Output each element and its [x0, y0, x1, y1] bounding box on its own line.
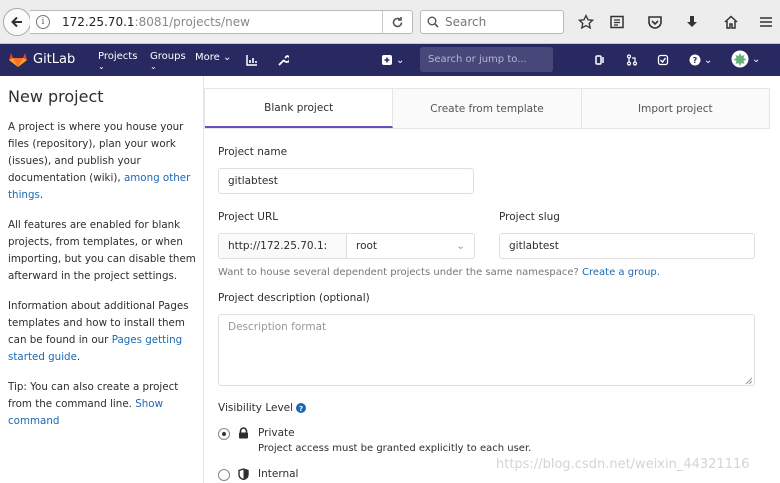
page-title: New project — [8, 87, 104, 106]
issues-check-icon[interactable] — [657, 53, 669, 67]
project-tabs: Blank project Create from template Impor… — [204, 88, 770, 129]
tab-import-project[interactable]: Import project — [581, 89, 769, 128]
visibility-level-text: Visibility Level — [218, 402, 294, 414]
help-icon: ? — [689, 54, 701, 66]
admin-wrench-icon[interactable] — [277, 53, 289, 67]
project-url-label: Project URL — [218, 211, 279, 223]
plus-square-icon — [382, 55, 392, 65]
nav-more-label: More — [195, 52, 220, 63]
site-info-icon[interactable]: i — [36, 15, 50, 29]
nav-groups-label: Groups — [150, 51, 186, 62]
sidebar-p3-end: . — [76, 351, 81, 363]
address-bar[interactable]: i 172.25.70.1:8081/projects/new — [30, 10, 413, 34]
project-description-label: Project description (optional) — [218, 292, 370, 304]
nav-projects[interactable]: Projects ⌄ — [98, 51, 137, 71]
namespace-help: Want to house several dependent projects… — [218, 267, 660, 278]
svg-text:?: ? — [693, 56, 698, 65]
tab-blank-project[interactable]: Blank project — [205, 89, 394, 128]
project-slug-input[interactable]: gitlabtest — [499, 233, 755, 259]
browser-search-input[interactable]: Search — [420, 10, 564, 34]
sidebar-paragraph-3: Information about additional Pages templ… — [8, 298, 198, 366]
menu-icon[interactable] — [756, 12, 776, 32]
project-name-label: Project name — [218, 146, 288, 158]
project-slug-label: Project slug — [499, 211, 560, 223]
resize-handle-icon[interactable] — [745, 377, 753, 385]
browser-toolbar: i 172.25.70.1:8081/projects/new Search — [0, 0, 780, 44]
help-icon[interactable]: ? — [296, 403, 307, 413]
home-icon[interactable] — [721, 12, 741, 32]
gitlab-logo[interactable]: GitLab — [8, 50, 75, 68]
url-path: :8081/projects/new — [134, 15, 250, 29]
watermark: https://blog.csdn.net/weixin_44321116 — [496, 457, 750, 472]
namespace-select[interactable]: root ⌄ — [346, 233, 475, 259]
chevron-down-icon: ⌄ — [704, 54, 713, 66]
todos-icon[interactable] — [594, 53, 606, 67]
visibility-private-label: Private — [258, 427, 295, 439]
sidebar-p1-end: . — [39, 189, 44, 201]
avatar — [731, 50, 749, 68]
nav-groups[interactable]: Groups ⌄ — [150, 51, 186, 71]
url-host: 172.25.70.1 — [62, 15, 135, 29]
browser-search-placeholder: Search — [445, 15, 487, 29]
chevron-down-icon: ⌄ — [396, 54, 405, 66]
bookmark-star-icon[interactable] — [576, 12, 596, 32]
visibility-private-description: Project access must be granted explicitl… — [258, 443, 532, 454]
gitlab-tanuki-icon — [9, 53, 27, 67]
sidebar-paragraph-4: Tip: You can also create a project from … — [8, 379, 198, 430]
back-button[interactable] — [3, 8, 31, 36]
sidebar-paragraph-1: A project is where you house your files … — [8, 119, 198, 204]
create-group-link[interactable]: Create a group. — [582, 267, 660, 278]
gitlab-search-input[interactable]: Search or jump to... — [420, 47, 553, 72]
nav-projects-label: Projects — [98, 51, 138, 62]
project-description-textarea[interactable]: Description format — [218, 314, 755, 386]
chevron-down-icon: ⌄ — [98, 62, 105, 71]
visibility-internal-label: Internal — [258, 468, 299, 480]
gitlab-search-placeholder: Search or jump to... — [428, 54, 527, 65]
tab-create-from-template[interactable]: Create from template — [393, 89, 582, 128]
activity-chart-icon[interactable] — [246, 53, 258, 67]
gitlab-brand-label: GitLab — [33, 51, 76, 67]
gitlab-navbar: GitLab Projects ⌄ Groups ⌄ More ⌄ ⌄ Sear… — [0, 44, 780, 76]
namespace-help-text: Want to house several dependent projects… — [218, 267, 583, 278]
chevron-down-icon: ⌄ — [456, 240, 465, 252]
shield-icon — [238, 468, 249, 480]
lock-icon — [239, 427, 248, 439]
new-item-dropdown[interactable]: ⌄ — [381, 53, 404, 67]
sidebar-paragraph-2: All features are enabled for blank proje… — [8, 219, 196, 282]
user-avatar-dropdown[interactable]: ⌄ — [731, 49, 760, 69]
merge-request-icon[interactable] — [626, 53, 638, 67]
visibility-private-radio[interactable] — [218, 428, 230, 440]
nav-more[interactable]: More ⌄ — [195, 52, 231, 63]
chevron-down-icon: ⌄ — [752, 53, 761, 65]
back-arrow-icon — [11, 16, 22, 28]
chevron-down-icon: ⌄ — [150, 62, 157, 71]
pocket-icon[interactable] — [645, 12, 665, 32]
reload-icon[interactable] — [382, 11, 412, 33]
project-name-input[interactable]: gitlabtest — [218, 168, 474, 194]
search-icon — [427, 16, 439, 28]
new-project-sidebar: New project A project is where you house… — [0, 76, 204, 483]
chevron-down-icon: ⌄ — [222, 52, 232, 63]
project-url-prefix: http://172.25.70.1: — [218, 233, 347, 259]
svg-text:?: ? — [299, 405, 303, 413]
reading-list-icon[interactable] — [607, 12, 627, 32]
downloads-icon[interactable] — [682, 12, 702, 32]
namespace-value: root — [356, 240, 378, 252]
visibility-internal-radio[interactable] — [218, 469, 230, 481]
help-dropdown[interactable]: ? ⌄ — [689, 53, 712, 67]
visibility-level-label: Visibility Level ? — [218, 402, 307, 414]
